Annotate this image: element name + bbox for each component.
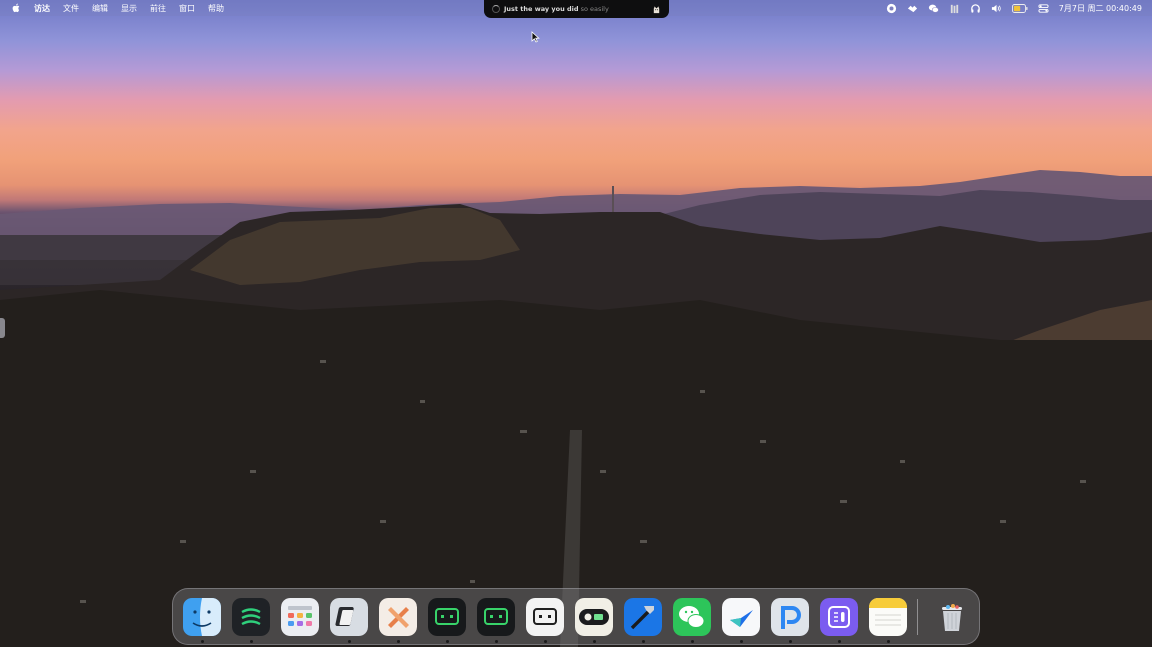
running-indicator bbox=[593, 640, 596, 643]
now-playing-title: Just the way you did so easily bbox=[504, 5, 652, 13]
xcode-app[interactable] bbox=[624, 598, 662, 636]
running-indicator bbox=[887, 640, 890, 643]
volume-icon[interactable] bbox=[991, 3, 1002, 14]
album-art-icon bbox=[492, 5, 500, 13]
dock-separator bbox=[917, 599, 918, 635]
parallels-app[interactable] bbox=[330, 598, 368, 636]
battery-icon[interactable] bbox=[1011, 3, 1028, 13]
notes-icon bbox=[869, 598, 907, 636]
now-playing-widget[interactable]: Just the way you did so easily bbox=[484, 0, 669, 18]
menu-help[interactable]: 帮助 bbox=[208, 3, 224, 14]
mouse-cursor-icon bbox=[531, 31, 540, 43]
spotify-like-icon bbox=[232, 598, 270, 636]
tape-app[interactable] bbox=[575, 598, 613, 636]
now-playing-title-main: Just the way you did bbox=[504, 5, 579, 13]
wechat-app[interactable] bbox=[673, 598, 711, 636]
handshake-icon[interactable] bbox=[907, 3, 918, 14]
spotify-like-app[interactable] bbox=[232, 598, 270, 636]
apple-logo-icon[interactable] bbox=[12, 3, 21, 13]
menu-edit[interactable]: 编辑 bbox=[92, 3, 108, 14]
menu-finder[interactable]: 访达 bbox=[34, 3, 50, 14]
notes-app[interactable] bbox=[869, 598, 907, 636]
running-indicator bbox=[495, 640, 498, 643]
running-indicator bbox=[397, 640, 400, 643]
pockity-app[interactable] bbox=[771, 598, 809, 636]
running-indicator bbox=[838, 640, 841, 643]
now-playing-title-rest: so easily bbox=[578, 5, 609, 13]
running-indicator bbox=[250, 640, 253, 643]
running-indicator bbox=[789, 640, 792, 643]
running-indicator bbox=[348, 640, 351, 643]
running-indicator bbox=[446, 640, 449, 643]
menu-window[interactable]: 窗口 bbox=[179, 3, 195, 14]
sidebar-handle[interactable] bbox=[0, 318, 5, 338]
menu-go[interactable]: 前往 bbox=[150, 3, 166, 14]
pockity-icon bbox=[771, 598, 809, 636]
dock bbox=[172, 588, 980, 645]
running-indicator bbox=[642, 640, 645, 643]
terminal-green-2-app[interactable] bbox=[477, 598, 515, 636]
trash-icon bbox=[942, 604, 962, 631]
menu-view[interactable]: 显示 bbox=[121, 3, 137, 14]
cat-icon bbox=[653, 5, 660, 13]
teams-like-app[interactable] bbox=[820, 598, 858, 636]
finder-icon bbox=[183, 598, 221, 636]
terminal-green-app[interactable] bbox=[428, 598, 466, 636]
control-center-icon[interactable] bbox=[1038, 3, 1049, 14]
lark-app[interactable] bbox=[722, 598, 760, 636]
menu-file[interactable]: 文件 bbox=[63, 3, 79, 14]
terminal-white-icon bbox=[526, 598, 564, 636]
running-indicator bbox=[740, 640, 743, 643]
menubar-clock[interactable]: 7月7日 周二 00:40:49 bbox=[1059, 3, 1142, 14]
parallels-icon bbox=[330, 598, 368, 636]
running-indicator bbox=[201, 640, 204, 643]
terminal-green-2-icon bbox=[477, 598, 515, 636]
lark-icon bbox=[722, 598, 760, 636]
bookshelf-icon[interactable] bbox=[949, 3, 960, 14]
running-indicator bbox=[691, 640, 694, 643]
headphones-icon[interactable] bbox=[970, 3, 981, 14]
wechat-icon bbox=[673, 598, 711, 636]
tape-icon bbox=[575, 598, 613, 636]
launchpad-app[interactable] bbox=[281, 598, 319, 636]
toolbox-app[interactable] bbox=[379, 598, 417, 636]
terminal-white-app[interactable] bbox=[526, 598, 564, 636]
launchpad-icon bbox=[281, 598, 319, 636]
toolbox-icon bbox=[379, 598, 417, 636]
xcode-icon bbox=[624, 598, 662, 636]
finder-app[interactable] bbox=[183, 598, 221, 636]
teams-like-icon bbox=[820, 598, 858, 636]
trash-app[interactable] bbox=[933, 598, 971, 636]
desktop-wallpaper bbox=[0, 170, 1152, 647]
record-icon[interactable] bbox=[886, 3, 897, 14]
wechat-status-icon[interactable] bbox=[928, 3, 939, 14]
running-indicator bbox=[544, 640, 547, 643]
terminal-green-icon bbox=[428, 598, 466, 636]
